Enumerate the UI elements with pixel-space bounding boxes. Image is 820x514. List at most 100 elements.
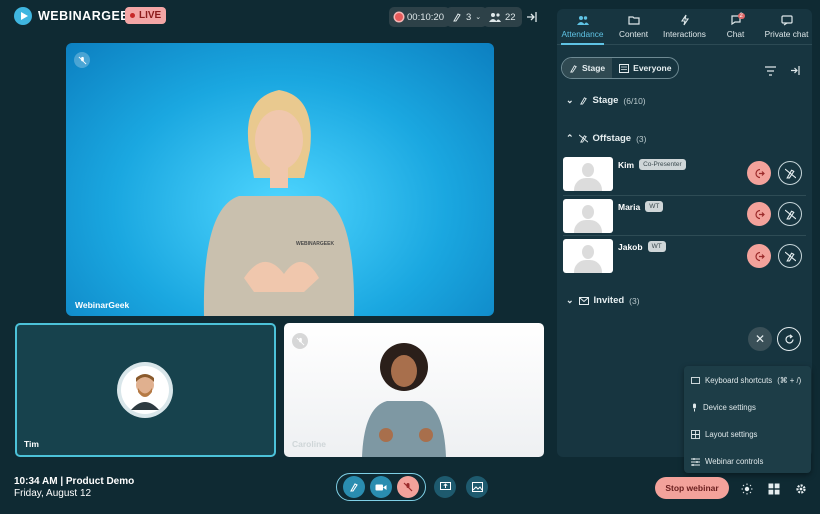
share-screen-button[interactable]	[434, 476, 456, 498]
media-controls	[336, 473, 426, 501]
people-icon	[489, 13, 501, 22]
role-badge: WT	[645, 201, 664, 212]
participant-tile-tim[interactable]: Tim	[15, 323, 276, 457]
stage-section-header[interactable]: ⌄ Stage (6/10)	[566, 95, 646, 106]
move-icon	[754, 168, 765, 178]
envelope-icon	[578, 296, 589, 305]
timer-text: 00:10:20	[407, 11, 444, 23]
chevron-down-icon: ⌄	[475, 14, 482, 21]
role-badge: Co-Presenter	[639, 159, 686, 170]
role-badge: WT	[647, 241, 666, 252]
camera-button[interactable]	[369, 476, 392, 498]
remove-stage-button[interactable]	[778, 202, 802, 226]
participant-thumbnail	[563, 199, 613, 233]
tile-label-tim: Tim	[24, 439, 39, 449]
screen-share-icon	[439, 482, 451, 490]
menu-item-keyboard-shortcuts[interactable]: Keyboard shortcuts (⌘ + /)	[684, 368, 811, 393]
brightness-icon[interactable]	[741, 482, 753, 500]
view-filter: Stage Everyone	[561, 57, 680, 79]
move-to-stage-button[interactable]	[747, 202, 771, 226]
move-to-stage-button[interactable]	[747, 161, 771, 185]
shirt-logo: WEBINARGEEK	[296, 241, 335, 247]
filter-everyone-button[interactable]: Everyone	[612, 58, 678, 78]
resend-invite-button[interactable]	[777, 327, 801, 351]
stage-off-icon	[784, 168, 796, 178]
folder-icon	[627, 16, 640, 25]
leave-icon[interactable]	[526, 10, 538, 28]
section-title: Stage	[592, 95, 619, 106]
chevron-down-icon: ⌄	[566, 295, 574, 305]
presenter-figure	[203, 90, 355, 316]
tab-label: Chat	[726, 29, 745, 39]
mic-icon	[693, 403, 696, 412]
live-label: LIVE	[139, 10, 162, 21]
close-icon: ✕	[754, 332, 766, 346]
hand-icon	[453, 13, 461, 22]
main-video-label: WebinarGeek	[75, 300, 130, 310]
filter-stage-button[interactable]: Stage	[562, 58, 613, 78]
filter-everyone-label: Everyone	[633, 63, 672, 73]
section-count: (3)	[629, 295, 640, 306]
menu-item-webinar-controls[interactable]: Webinar controls	[684, 449, 811, 474]
offstage-section-header[interactable]: ⌃ Offstage (3)	[566, 133, 646, 144]
stage-icon	[570, 64, 577, 73]
tab-private-chat[interactable]: Private chat	[761, 9, 812, 44]
divider	[563, 195, 806, 196]
brand-name: WEBINARGEEK	[38, 9, 139, 23]
main-video[interactable]: WEBINARGEEK WebinarGeek	[66, 43, 494, 316]
remove-stage-button[interactable]	[778, 161, 802, 185]
menu-item-label: Layout settings	[705, 430, 758, 439]
move-to-stage-button[interactable]	[747, 244, 771, 268]
sliders-icon	[691, 457, 700, 466]
lightning-icon	[680, 14, 689, 26]
attendee-count: 22	[505, 11, 516, 23]
tab-label: Interactions	[663, 29, 706, 39]
menu-item-label: Keyboard shortcuts	[705, 376, 773, 385]
section-count: (3)	[636, 133, 647, 144]
keyboard-icon	[691, 377, 700, 384]
users-icon	[576, 16, 589, 25]
tab-interactions[interactable]: Interactions	[659, 9, 710, 44]
logo-play-icon	[14, 7, 32, 25]
tab-content[interactable]: Content	[608, 9, 659, 44]
timer-pill: 00:10:20	[389, 7, 450, 27]
section-title: Invited	[593, 295, 625, 306]
stage-off-icon	[784, 209, 796, 219]
menu-item-device-settings[interactable]: Device settings	[684, 395, 811, 420]
menu-item-layout-settings[interactable]: Layout settings	[684, 422, 811, 447]
panel-exit-icon[interactable]	[790, 63, 801, 81]
list-icon	[619, 63, 630, 73]
move-icon	[754, 251, 765, 261]
remove-stage-button[interactable]	[778, 244, 802, 268]
tab-chat[interactable]: 2 Chat	[710, 9, 761, 44]
raise-hand-button[interactable]: 3 ⌄	[446, 7, 488, 27]
tile-label-caroline: Caroline	[292, 439, 327, 449]
chat-badge: 2	[737, 13, 745, 19]
stage-icon	[349, 483, 358, 492]
layout-grid-icon[interactable]	[768, 482, 780, 500]
cancel-invite-button[interactable]: ✕	[748, 327, 772, 351]
stop-webinar-button[interactable]: Stop webinar	[655, 477, 729, 499]
menu-item-label: Device settings	[703, 403, 756, 412]
gear-icon[interactable]	[795, 482, 807, 500]
share-media-button[interactable]	[466, 476, 488, 498]
session-info: 10:34 AM | Product Demo Friday, August 1…	[14, 476, 134, 500]
chevron-down-icon: ⌄	[566, 95, 574, 105]
tab-attendance[interactable]: Attendance	[557, 9, 608, 45]
filter-icon[interactable]	[765, 63, 776, 81]
tab-label: Attendance	[561, 29, 604, 39]
section-title: Offstage	[592, 133, 632, 144]
participant-name: Maria	[618, 202, 641, 212]
layout-icon	[691, 430, 700, 439]
attendees-button[interactable]: 22	[483, 7, 522, 27]
private-chat-icon	[780, 15, 793, 26]
tab-label: Content	[618, 29, 649, 39]
participant-tile-caroline[interactable]: Caroline	[284, 323, 544, 457]
stage-icon	[579, 97, 587, 105]
invited-section-header[interactable]: ⌄ Invited (3)	[566, 295, 640, 306]
stage-toggle-button[interactable]	[342, 476, 365, 498]
session-date: Friday, August 12	[14, 488, 92, 499]
microphone-button[interactable]	[397, 476, 420, 498]
stop-webinar-label: Stop webinar	[665, 483, 719, 493]
refresh-icon	[784, 333, 794, 344]
